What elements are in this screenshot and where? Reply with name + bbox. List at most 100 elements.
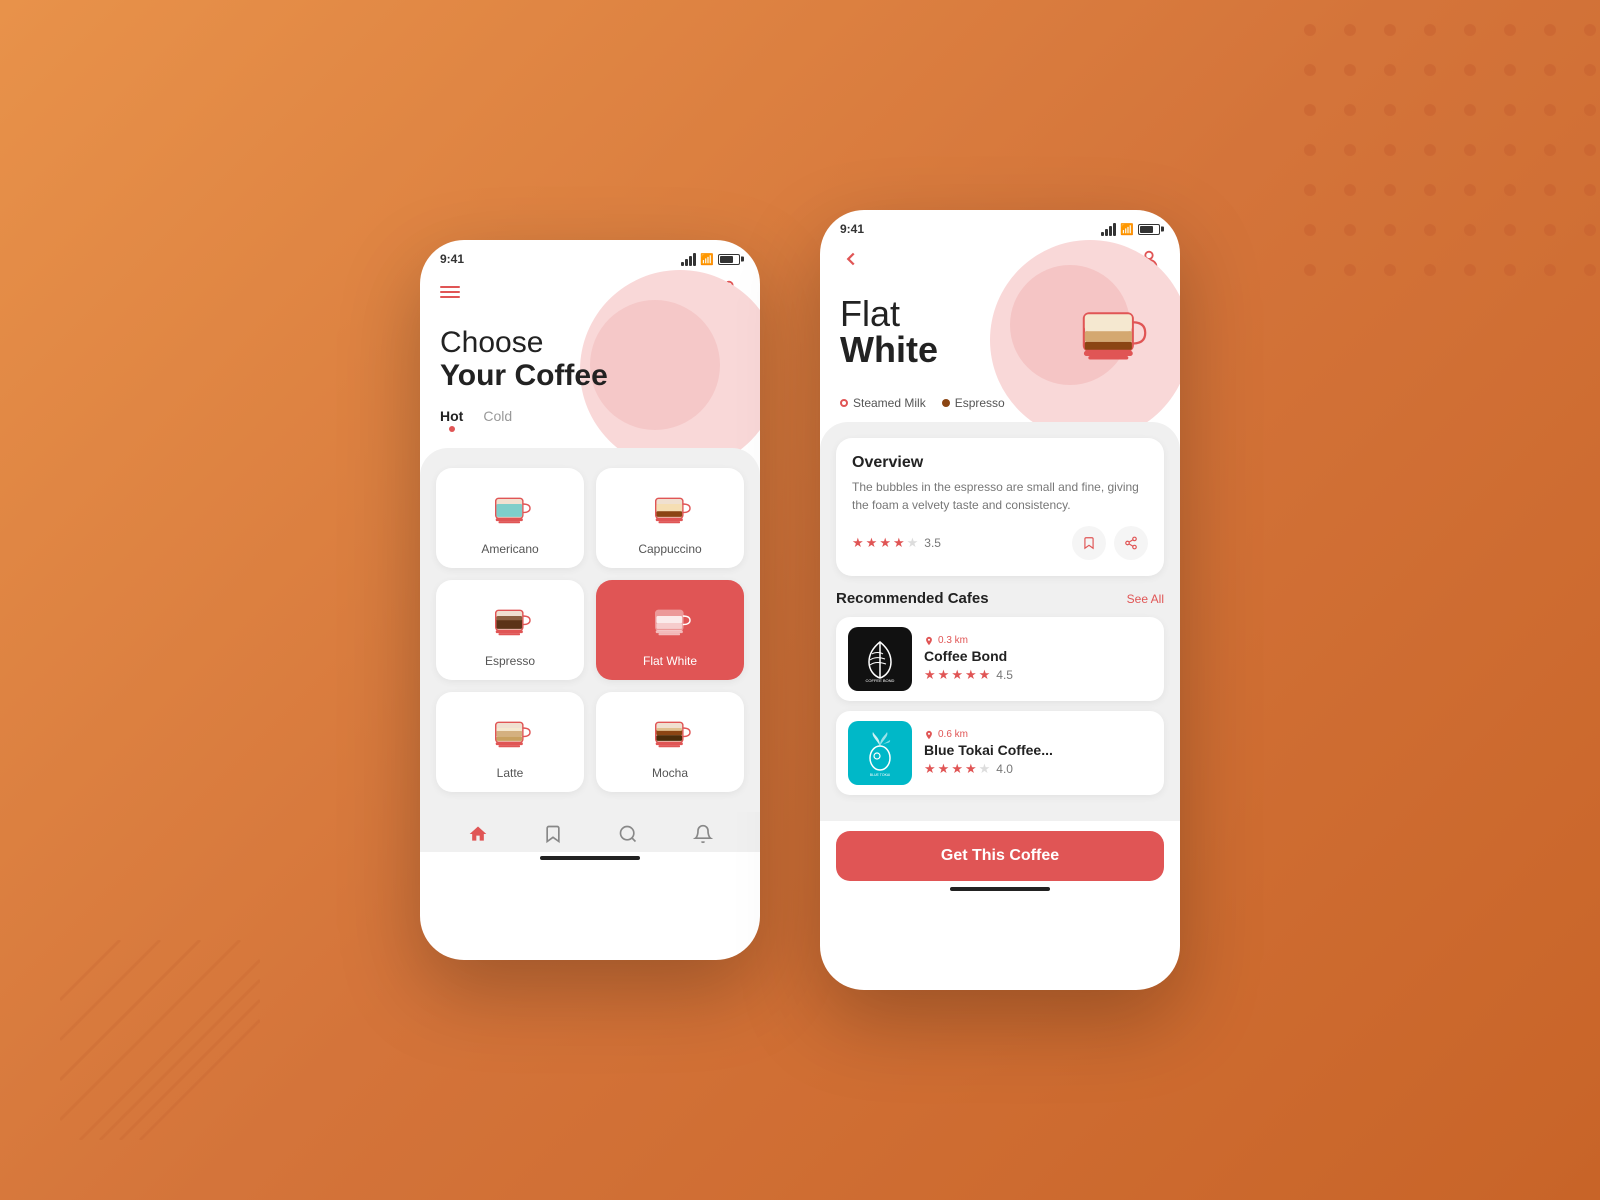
- coffee-name-cappuccino: Cappuccino: [638, 542, 701, 556]
- location-icon-bond: [924, 636, 934, 646]
- status-bar-left: 9:41 📶: [420, 240, 760, 270]
- star-5: ★: [907, 535, 919, 551]
- coffee-name-americano: Americano: [481, 542, 538, 556]
- svg-text:COFFEE BOND: COFFEE BOND: [866, 678, 895, 683]
- nav-bell[interactable]: [693, 824, 713, 844]
- status-bar-right: 9:41 📶: [820, 210, 1180, 240]
- coffee-card-latte[interactable]: Latte: [436, 692, 584, 792]
- flatwhite-cup-icon-right: [1070, 300, 1160, 380]
- cafe-distance-bond: 0.3 km: [924, 635, 1152, 646]
- get-coffee-button[interactable]: Get This Coffee: [836, 831, 1164, 881]
- cafe-rating-tokai: 4.0: [996, 762, 1013, 776]
- nav-bookmark[interactable]: [543, 824, 563, 844]
- espresso-cup-icon: [480, 596, 540, 646]
- coffee-name-latte: Latte: [497, 766, 524, 780]
- tab-hot[interactable]: Hot: [440, 408, 463, 436]
- star-2: ★: [866, 535, 878, 551]
- coffee-title: Flat White: [840, 296, 938, 368]
- lines-decoration: [60, 940, 260, 1140]
- phones-container: 9:41 📶 Choose: [420, 210, 1180, 990]
- time-right: 9:41: [840, 222, 864, 236]
- status-icons-left: 📶: [681, 253, 740, 266]
- cafe-distance-tokai: 0.6 km: [924, 729, 1152, 740]
- coffee-name-flatwhite: Flat White: [643, 654, 697, 668]
- wifi-icon: 📶: [700, 253, 714, 266]
- ingredients-section: Steamed Milk Espresso: [820, 396, 1180, 422]
- bottom-nav: [420, 812, 760, 852]
- signal-icon-right: [1101, 223, 1116, 236]
- tokai-logo-icon: BLUE TOKAI: [855, 728, 905, 778]
- menu-button[interactable]: [440, 286, 460, 298]
- signal-icon: [681, 253, 696, 266]
- americano-cup-icon: [480, 484, 540, 534]
- cafe-info-tokai: 0.6 km Blue Tokai Coffee... ★ ★ ★ ★ ★ 4.…: [924, 729, 1152, 777]
- cafe-info-bond: 0.3 km Coffee Bond ★ ★ ★ ★ ★ 4.5: [924, 635, 1152, 683]
- cafe-card-tokai[interactable]: BLUE TOKAI 0.6 km Blue Tokai Coffee... ★…: [836, 711, 1164, 795]
- recommended-header: Recommended Cafes See All: [836, 590, 1164, 607]
- status-icons-right: 📶: [1101, 223, 1160, 236]
- rating-stars: ★ ★ ★ ★ ★ 3.5: [852, 535, 941, 551]
- cafe-stars-bond: ★ ★ ★ ★ ★ 4.5: [924, 667, 1152, 683]
- ingredient-milk: Steamed Milk: [840, 396, 926, 410]
- cafe-logo-bond: COFFEE BOND: [848, 627, 912, 691]
- coffee-card-americano[interactable]: Americano: [436, 468, 584, 568]
- overview-description: The bubbles in the espresso are small an…: [852, 478, 1148, 514]
- time-left: 9:41: [440, 252, 464, 266]
- coffee-name-mocha: Mocha: [652, 766, 688, 780]
- mocha-cup-icon: [640, 708, 700, 758]
- dots-decoration: // Generate dot grid: [1280, 0, 1600, 300]
- latte-cup-icon: [480, 708, 540, 758]
- bookmark-action-button[interactable]: [1072, 526, 1106, 560]
- battery-icon-right: [1138, 224, 1160, 235]
- action-icons: [1072, 526, 1148, 560]
- cafe-name-tokai: Blue Tokai Coffee...: [924, 742, 1152, 758]
- coffee-section: Americano Cappuccino: [420, 448, 760, 812]
- nav-search[interactable]: [618, 824, 638, 844]
- share-action-button[interactable]: [1114, 526, 1148, 560]
- location-icon-tokai: [924, 730, 934, 740]
- overview-footer: ★ ★ ★ ★ ★ 3.5: [852, 526, 1148, 560]
- coffee-card-flatwhite[interactable]: Flat White: [596, 580, 744, 680]
- bond-logo-icon: COFFEE BOND: [855, 634, 905, 684]
- coffee-card-cappuccino[interactable]: Cappuccino: [596, 468, 744, 568]
- home-indicator-left: [540, 856, 640, 860]
- star-4: ★: [893, 535, 905, 551]
- coffee-card-espresso[interactable]: Espresso: [436, 580, 584, 680]
- cafe-logo-tokai: BLUE TOKAI: [848, 721, 912, 785]
- detail-section: Overview The bubbles in the espresso are…: [820, 422, 1180, 821]
- ingredient-espresso: Espresso: [942, 396, 1005, 410]
- coffee-title-section: Flat White: [820, 288, 1180, 396]
- home-indicator-right: [950, 887, 1050, 891]
- cafe-stars-tokai: ★ ★ ★ ★ ★ 4.0: [924, 761, 1152, 777]
- battery-icon: [718, 254, 740, 265]
- coffee-card-mocha[interactable]: Mocha: [596, 692, 744, 792]
- title-section: Choose Your Coffee: [420, 318, 760, 408]
- page-title: Choose Your Coffee: [440, 326, 740, 392]
- wifi-icon-right: 📶: [1120, 223, 1134, 236]
- flatwhite-cup-icon-left: [640, 596, 700, 646]
- milk-label: Steamed Milk: [853, 396, 926, 410]
- overview-card: Overview The bubbles in the espresso are…: [836, 438, 1164, 576]
- espresso-label: Espresso: [955, 396, 1005, 410]
- see-all-button[interactable]: See All: [1127, 592, 1164, 606]
- espresso-dot: [942, 399, 950, 407]
- cafe-card-bond[interactable]: COFFEE BOND 0.3 km Coffee Bond ★ ★ ★: [836, 617, 1164, 701]
- left-phone: 9:41 📶 Choose: [420, 240, 760, 960]
- rating-number: 3.5: [924, 536, 941, 550]
- back-button[interactable]: [840, 248, 862, 276]
- star-3: ★: [879, 535, 891, 551]
- cafe-name-bond: Coffee Bond: [924, 648, 1152, 664]
- coffee-title-text: Flat White: [840, 296, 938, 368]
- coffee-name-espresso: Espresso: [485, 654, 535, 668]
- cappuccino-cup-icon: [640, 484, 700, 534]
- recommended-title: Recommended Cafes: [836, 590, 989, 607]
- tab-cold[interactable]: Cold: [483, 408, 512, 436]
- nav-home[interactable]: [468, 824, 488, 844]
- svg-text:BLUE TOKAI: BLUE TOKAI: [870, 773, 891, 777]
- coffee-grid: Americano Cappuccino: [436, 468, 744, 792]
- cafe-rating-bond: 4.5: [996, 668, 1013, 682]
- star-1: ★: [852, 535, 864, 551]
- coffee-tabs: Hot Cold: [420, 408, 760, 448]
- right-phone: 9:41 📶: [820, 210, 1180, 990]
- milk-dot: [840, 399, 848, 407]
